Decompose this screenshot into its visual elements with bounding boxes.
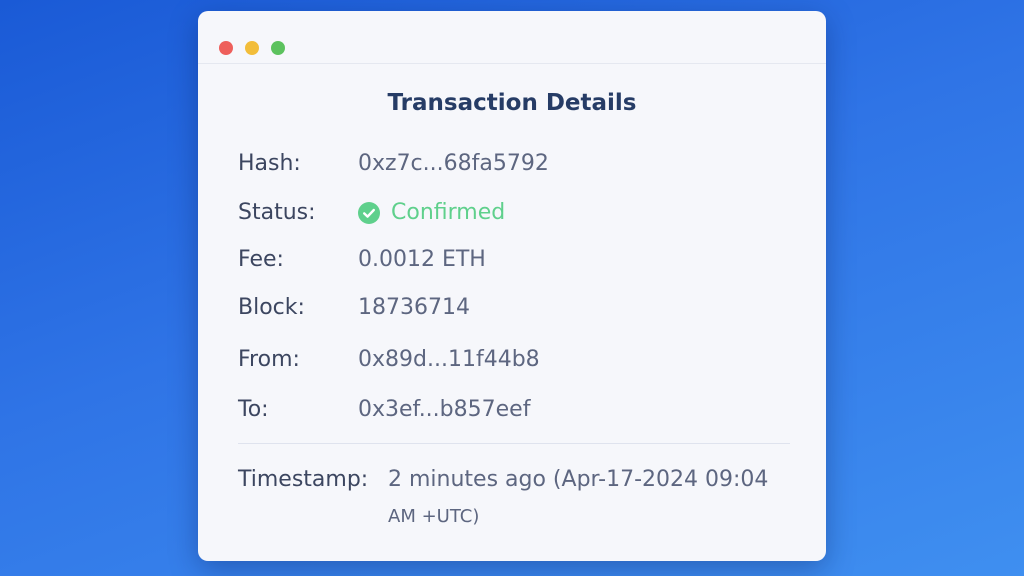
status-badge: Confirmed — [358, 200, 505, 225]
fee-row: Fee: 0.0012 ETH — [238, 247, 798, 277]
block-label: Block: — [238, 295, 305, 320]
from-label: From: — [238, 347, 300, 372]
from-value[interactable]: 0x89d...11f44b8 — [358, 347, 540, 372]
fee-label: Fee: — [238, 247, 284, 272]
window-titlebar — [198, 11, 826, 64]
minimize-window-button[interactable] — [245, 41, 259, 55]
maximize-window-button[interactable] — [271, 41, 285, 55]
to-value[interactable]: 0x3ef...b857eef — [358, 397, 530, 422]
timestamp-value: 2 minutes ago (Apr-17-2024 09:04 — [388, 467, 769, 492]
hash-row: Hash: 0xz7c...68fa5792 — [238, 151, 798, 181]
to-row: To: 0x3ef...b857eef — [238, 397, 798, 427]
timestamp-label: Timestamp: — [238, 467, 369, 492]
fee-value: 0.0012 ETH — [358, 247, 486, 272]
hash-value[interactable]: 0xz7c...68fa5792 — [358, 151, 549, 176]
to-label: To: — [238, 397, 269, 422]
hash-label: Hash: — [238, 151, 301, 176]
transaction-window: Transaction Details Hash: 0xz7c...68fa57… — [198, 11, 826, 561]
status-label: Status: — [238, 200, 316, 225]
from-row: From: 0x89d...11f44b8 — [238, 347, 798, 377]
status-text: Confirmed — [391, 200, 506, 225]
close-window-button[interactable] — [219, 41, 233, 55]
check-circle-icon — [358, 201, 380, 224]
status-row: Status: Confirmed — [238, 200, 798, 230]
timestamp-value-continued: AM +UTC) — [388, 506, 480, 527]
block-value[interactable]: 18736714 — [358, 295, 470, 320]
page-title: Transaction Details — [387, 90, 637, 116]
block-row: Block: 18736714 — [238, 295, 798, 325]
divider — [238, 443, 790, 444]
